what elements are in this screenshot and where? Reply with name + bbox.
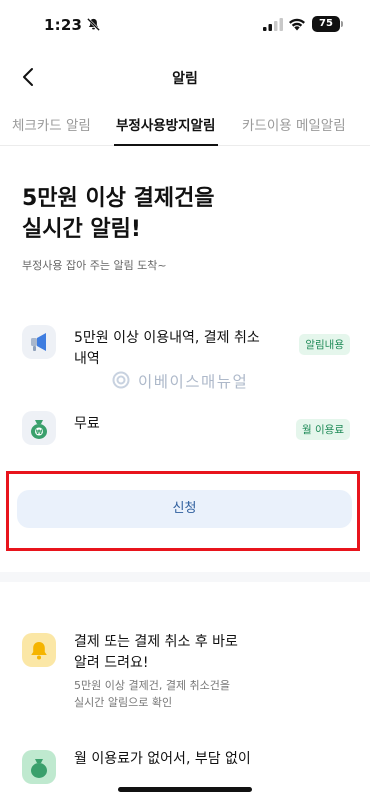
watermark-logo-icon bbox=[112, 371, 130, 389]
hero-subtitle: 부정사용 잡아 주는 알림 도착~ bbox=[22, 259, 167, 272]
active-tab-indicator bbox=[114, 144, 218, 146]
tab-check-card-alert[interactable]: 체크카드 알림 bbox=[12, 114, 91, 134]
megaphone-icon bbox=[22, 325, 56, 359]
badge-monthly-fee: 월 이용료 bbox=[296, 419, 350, 440]
nav-bar: 알림 bbox=[0, 56, 370, 96]
info-row-text: 무료 bbox=[74, 416, 100, 432]
page-title: 알림 bbox=[172, 71, 198, 87]
bell-muted-icon bbox=[87, 18, 100, 31]
status-time: 1:23 bbox=[44, 16, 83, 34]
tab-card-usage-email-alert[interactable]: 카드이용 메일알림 bbox=[242, 114, 346, 134]
tab-bar: 체크카드 알림 부정사용방지알림 카드이용 메일알림 bbox=[0, 104, 370, 146]
info-row-content: 5만원 이상 이용내역, 결제 취소 내역 알림내용 bbox=[22, 325, 352, 373]
hero-title: 5만원 이상 결제건을 실시간 알림! bbox=[22, 186, 215, 242]
status-bar: 1:23 75 bbox=[0, 0, 370, 50]
feature-description: 5만원 이상 결제건, 결제 취소건을 실시간 알림으로 확인 bbox=[74, 679, 231, 709]
home-indicator bbox=[118, 787, 252, 792]
section-divider bbox=[0, 572, 370, 582]
cellular-signal-icon bbox=[263, 18, 283, 31]
badge-alert-content: 알림내용 bbox=[299, 334, 350, 355]
battery-indicator: 75 bbox=[312, 16, 340, 32]
feature-title: 결제 또는 결제 취소 후 바로 알려 드려요! bbox=[74, 634, 238, 671]
feature-title: 월 이용료가 없어서, 부담 없이 bbox=[74, 751, 251, 767]
money-bag-icon: ₩ bbox=[22, 411, 56, 445]
info-row-fee: ₩ 무료 월 이용료 bbox=[22, 411, 352, 447]
bell-icon bbox=[22, 633, 56, 667]
watermark-text: 이베이스매뉴얼 bbox=[138, 373, 249, 391]
apply-button[interactable]: 신청 bbox=[17, 490, 352, 528]
wifi-icon bbox=[289, 18, 305, 31]
svg-text:₩: ₩ bbox=[36, 429, 43, 436]
info-row-text: 5만원 이상 이용내역, 결제 취소 내역 bbox=[74, 330, 260, 367]
tab-fraud-prevention-alert[interactable]: 부정사용방지알림 bbox=[116, 114, 215, 134]
money-bag-icon bbox=[22, 750, 56, 784]
battery-tip bbox=[341, 21, 343, 27]
